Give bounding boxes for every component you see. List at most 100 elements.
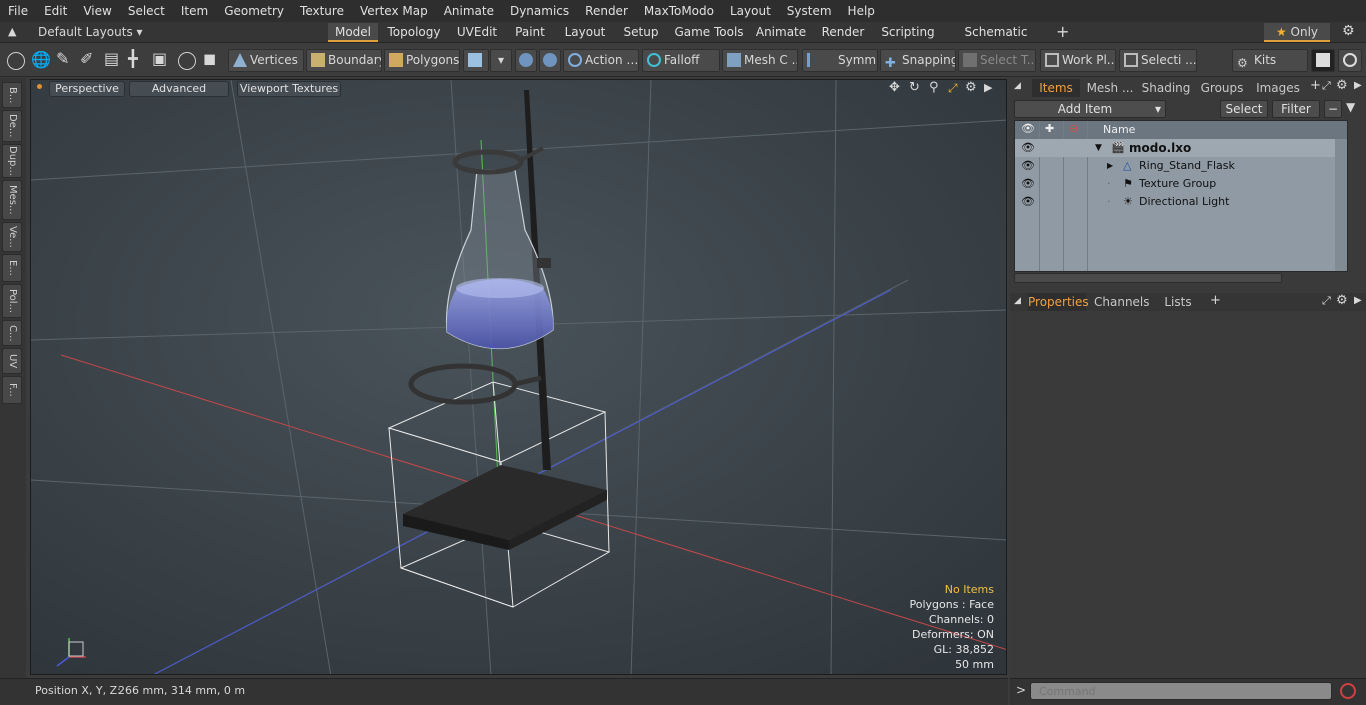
properties-gear-icon[interactable]: ⚙ xyxy=(1336,293,1348,308)
menu-dynamics[interactable]: Dynamics xyxy=(502,0,577,22)
polygons-button[interactable]: Polygons xyxy=(384,49,460,72)
collapse-button[interactable]: − xyxy=(1324,100,1342,118)
left-tab-vertex[interactable]: Ve... xyxy=(2,222,22,252)
properties-corner-icon[interactable]: ◢ xyxy=(1014,296,1021,306)
left-tab-polygon[interactable]: Pol... xyxy=(2,284,22,318)
tab-uvedit[interactable]: UVEdit xyxy=(452,23,502,42)
viewport-gear-icon[interactable]: ⚙ xyxy=(965,80,977,95)
sym-b-button[interactable] xyxy=(539,49,561,72)
zoom-icon[interactable]: ⚲ xyxy=(929,80,939,95)
horizontal-scrollbar[interactable] xyxy=(1014,273,1282,283)
item-row-modo[interactable]: 👁 ▼ 🎬 modo.lxo xyxy=(1015,139,1347,157)
perspective-button[interactable]: Perspective xyxy=(49,81,125,97)
item-list-scrollbar[interactable] xyxy=(1335,139,1347,271)
3d-viewport[interactable]: Perspective Advanced Viewport Textures ✥… xyxy=(30,79,1007,675)
add-properties-tab-icon[interactable]: + xyxy=(1210,293,1221,308)
viewport-textures-button[interactable]: Viewport Textures xyxy=(237,81,341,97)
menu-edit[interactable]: Edit xyxy=(36,0,75,22)
left-tab-uv[interactable]: UV xyxy=(2,348,22,374)
tab-groups[interactable]: Groups xyxy=(1196,79,1248,97)
fit-icon[interactable]: ⤢ xyxy=(948,81,958,96)
default-layouts-dropdown[interactable]: Default Layouts ▾ xyxy=(38,25,143,39)
menu-layout[interactable]: Layout xyxy=(722,0,779,22)
boundary-button[interactable]: Boundary xyxy=(306,49,382,72)
item-mode-button[interactable] xyxy=(463,49,489,72)
work-plane-button[interactable]: Work Pl... xyxy=(1040,49,1116,72)
snapping-button[interactable]: ✚ Snapping xyxy=(880,49,956,72)
tab-properties[interactable]: Properties xyxy=(1028,293,1089,311)
tab-model[interactable]: Model xyxy=(328,23,378,42)
tab-animate[interactable]: Animate xyxy=(754,23,808,42)
tab-render[interactable]: Render xyxy=(816,23,870,42)
collapse-triangle-icon[interactable]: ▼ xyxy=(1095,139,1102,157)
falloff-button[interactable]: Falloff xyxy=(642,49,720,72)
unity-button[interactable] xyxy=(1311,49,1335,72)
record-icon[interactable] xyxy=(1340,683,1356,699)
name-column-header[interactable]: Name xyxy=(1103,123,1135,136)
viewport-menu-icon[interactable]: ▶ xyxy=(984,81,992,94)
tab-paint[interactable]: Paint xyxy=(510,23,550,42)
tab-setup[interactable]: Setup xyxy=(618,23,664,42)
menu-system[interactable]: System xyxy=(779,0,840,22)
snap-circle-icon[interactable] xyxy=(178,52,196,70)
sym-a-button[interactable] xyxy=(515,49,537,72)
panel-corner-icon[interactable]: ◢ xyxy=(1014,81,1021,91)
tab-scripting[interactable]: Scripting xyxy=(878,23,938,42)
item-row-directional-light[interactable]: 👁 · ☀ Directional Light xyxy=(1015,193,1347,211)
viewport-dot-icon[interactable] xyxy=(37,84,42,89)
tab-shading[interactable]: Shading xyxy=(1140,79,1192,97)
tab-channels[interactable]: Channels xyxy=(1094,293,1150,311)
frame-icon[interactable]: ▣ xyxy=(152,49,167,68)
left-tab-basic[interactable]: B... xyxy=(2,82,22,108)
tab-topology[interactable]: Topology xyxy=(384,23,444,42)
item-list[interactable]: 👁 ✚ ⊕ Name 👁 ▼ 🎬 modo.lxo 👁 ▶ △ Ring_Sta… xyxy=(1014,120,1348,272)
expand-triangle-icon[interactable]: ▶ xyxy=(1107,157,1113,175)
lock-header-icon[interactable]: ✚ xyxy=(1045,122,1054,135)
visibility-eye-icon[interactable]: 👁 xyxy=(1021,175,1035,193)
menu-item[interactable]: Item xyxy=(173,0,216,22)
menu-file[interactable]: File xyxy=(0,0,36,22)
shield-icon[interactable]: ◼ xyxy=(203,49,216,68)
menu-view[interactable]: View xyxy=(75,0,119,22)
expand-icon[interactable]: ⤢ xyxy=(1322,79,1331,93)
menu-animate[interactable]: Animate xyxy=(436,0,502,22)
menu-vertex-map[interactable]: Vertex Map xyxy=(352,0,436,22)
left-tab-curve[interactable]: C... xyxy=(2,320,22,346)
only-toggle[interactable]: ★ Only xyxy=(1264,23,1330,42)
settings-gear-icon[interactable]: ⚙ xyxy=(1342,23,1355,39)
mesh-constraint-button[interactable]: Mesh C ... xyxy=(722,49,798,72)
kits-button[interactable]: ⚙ Kits xyxy=(1232,49,1308,72)
select-button[interactable]: Select xyxy=(1220,100,1268,118)
item-row-texture-group[interactable]: 👁 · ⚑ Texture Group xyxy=(1015,175,1347,193)
visibility-header-icon[interactable]: 👁 xyxy=(1021,122,1035,135)
funnel-icon[interactable]: ▼ xyxy=(1346,100,1355,114)
axis-header-icon[interactable]: ⊕ xyxy=(1069,122,1078,135)
visibility-eye-icon[interactable]: 👁 xyxy=(1021,193,1035,211)
filter-button[interactable]: Filter xyxy=(1272,100,1320,118)
globe-icon[interactable]: 🌐 xyxy=(31,50,51,69)
item-row-ring-stand-flask[interactable]: 👁 ▶ △ Ring_Stand_Flask xyxy=(1015,157,1347,175)
select-through-button[interactable]: Select T... xyxy=(958,49,1036,72)
tab-schematic-fusion[interactable]: Schematic Fusion xyxy=(946,23,1046,58)
left-tab-deform[interactable]: De... xyxy=(2,110,22,142)
add-item-dropdown[interactable]: Add Item ▾ xyxy=(1014,100,1166,118)
align-icon[interactable]: ▤ xyxy=(104,49,119,68)
left-tab-duplicate[interactable]: Dup... xyxy=(2,144,22,178)
selection-sets-button[interactable]: Selecti ... xyxy=(1119,49,1197,72)
menu-help[interactable]: Help xyxy=(840,0,883,22)
pen-icon[interactable]: ✎ xyxy=(56,49,69,68)
rotate-icon[interactable]: ↻ xyxy=(909,80,920,95)
properties-expand-icon[interactable]: ⤢ xyxy=(1322,294,1331,308)
viewport-scene[interactable] xyxy=(31,80,1007,675)
left-tab-edge[interactable]: E... xyxy=(2,254,22,282)
pan-icon[interactable]: ✥ xyxy=(889,80,900,95)
menu-maxtomodo[interactable]: MaxToModo xyxy=(636,0,722,22)
items-gear-icon[interactable]: ⚙ xyxy=(1336,78,1348,93)
left-tab-fusion[interactable]: F... xyxy=(2,376,22,404)
center-icon[interactable]: ╋ xyxy=(128,49,138,68)
add-tab-icon[interactable]: + xyxy=(1056,22,1069,41)
tab-layout[interactable]: Layout xyxy=(560,23,610,42)
layout-pin-icon[interactable]: ▲ xyxy=(8,25,16,38)
items-menu-icon[interactable]: ▶ xyxy=(1354,80,1362,91)
command-input[interactable] xyxy=(1030,682,1332,700)
